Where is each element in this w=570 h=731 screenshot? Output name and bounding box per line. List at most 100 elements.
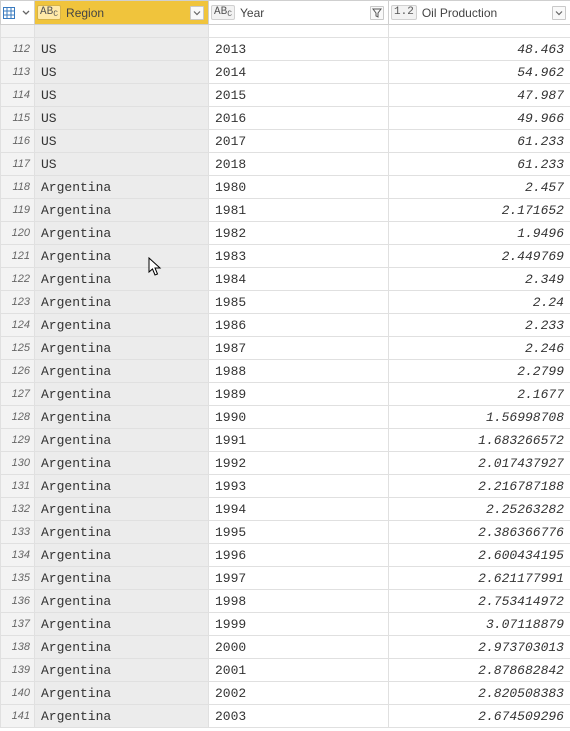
region-cell[interactable]: Argentina xyxy=(35,682,209,705)
year-cell[interactable]: 1992 xyxy=(209,452,389,475)
oil-cell[interactable]: 2.600434195 xyxy=(389,544,570,567)
oil-cell[interactable]: 2.171652 xyxy=(389,199,570,222)
year-cell[interactable]: 2017 xyxy=(209,130,389,153)
oil-cell[interactable]: 2.246 xyxy=(389,337,570,360)
table-row[interactable]: 138Argentina20002.973703013 xyxy=(1,636,570,659)
oil-cell[interactable]: 2.216787188 xyxy=(389,475,570,498)
region-cell[interactable]: Argentina xyxy=(35,406,209,429)
region-cell[interactable]: Argentina xyxy=(35,383,209,406)
table-row[interactable]: 137Argentina19993.07118879 xyxy=(1,613,570,636)
table-row[interactable]: 135Argentina19972.621177991 xyxy=(1,567,570,590)
year-cell[interactable]: 1991 xyxy=(209,429,389,452)
year-cell[interactable]: 1996 xyxy=(209,544,389,567)
region-cell[interactable]: Argentina xyxy=(35,314,209,337)
year-cell[interactable]: 1999 xyxy=(209,613,389,636)
table-row[interactable]: 133Argentina19952.386366776 xyxy=(1,521,570,544)
year-cell[interactable]: 2002 xyxy=(209,682,389,705)
region-cell[interactable]: Argentina xyxy=(35,544,209,567)
oil-cell[interactable]: 54.962 xyxy=(389,61,570,84)
region-cell[interactable]: Argentina xyxy=(35,360,209,383)
column-filter-button[interactable] xyxy=(370,6,384,20)
region-cell[interactable]: Argentina xyxy=(35,222,209,245)
table-row[interactable]: 117US201861.233 xyxy=(1,153,570,176)
oil-cell[interactable]: 2.25263282 xyxy=(389,498,570,521)
table-row[interactable]: 130Argentina19922.017437927 xyxy=(1,452,570,475)
oil-cell[interactable]: 2.753414972 xyxy=(389,590,570,613)
year-cell[interactable]: 1998 xyxy=(209,590,389,613)
oil-cell[interactable]: 2.233 xyxy=(389,314,570,337)
table-row[interactable]: 121Argentina19832.449769 xyxy=(1,245,570,268)
year-cell[interactable]: 2000 xyxy=(209,636,389,659)
year-cell[interactable]: 2001 xyxy=(209,659,389,682)
year-cell[interactable]: 1980 xyxy=(209,176,389,199)
oil-cell[interactable]: 2.674509296 xyxy=(389,705,570,728)
year-cell[interactable]: 1981 xyxy=(209,199,389,222)
oil-cell[interactable]: 49.966 xyxy=(389,107,570,130)
oil-cell[interactable]: 2.973703013 xyxy=(389,636,570,659)
table-row[interactable]: 113US201454.962 xyxy=(1,61,570,84)
table-row[interactable]: 119Argentina19812.171652 xyxy=(1,199,570,222)
region-cell[interactable]: Argentina xyxy=(35,452,209,475)
table-row[interactable]: 115US201649.966 xyxy=(1,107,570,130)
region-cell[interactable]: Argentina xyxy=(35,521,209,544)
table-row[interactable]: 128Argentina19901.56998708 xyxy=(1,406,570,429)
year-cell[interactable]: 2013 xyxy=(209,38,389,61)
oil-cell[interactable]: 48.463 xyxy=(389,38,570,61)
region-cell[interactable]: US xyxy=(35,61,209,84)
region-cell[interactable]: Argentina xyxy=(35,475,209,498)
year-cell[interactable]: 1986 xyxy=(209,314,389,337)
year-cell[interactable]: 1995 xyxy=(209,521,389,544)
column-header-oil[interactable]: 1.2 Oil Production xyxy=(389,1,570,25)
column-dropdown-button[interactable] xyxy=(190,6,204,20)
region-cell[interactable]: Argentina xyxy=(35,245,209,268)
year-cell[interactable]: 1982 xyxy=(209,222,389,245)
region-cell[interactable]: Argentina xyxy=(35,498,209,521)
year-cell[interactable]: 2015 xyxy=(209,84,389,107)
year-cell[interactable]: 1985 xyxy=(209,291,389,314)
year-cell[interactable]: 1997 xyxy=(209,567,389,590)
year-cell[interactable]: 1990 xyxy=(209,406,389,429)
oil-cell[interactable]: 1.683266572 xyxy=(389,429,570,452)
table-row[interactable]: 140Argentina20022.820508383 xyxy=(1,682,570,705)
rownum-header[interactable] xyxy=(1,1,35,25)
table-row[interactable]: 131Argentina19932.216787188 xyxy=(1,475,570,498)
oil-cell[interactable]: 2.1677 xyxy=(389,383,570,406)
region-cell[interactable]: Argentina xyxy=(35,291,209,314)
year-cell[interactable]: 1983 xyxy=(209,245,389,268)
oil-cell[interactable]: 2.457 xyxy=(389,176,570,199)
table-row[interactable]: 122Argentina19842.349 xyxy=(1,268,570,291)
region-cell[interactable]: Argentina xyxy=(35,705,209,728)
table-row[interactable]: 139Argentina20012.878682842 xyxy=(1,659,570,682)
oil-cell[interactable]: 47.987 xyxy=(389,84,570,107)
oil-cell[interactable]: 2.820508383 xyxy=(389,682,570,705)
oil-cell[interactable]: 1.56998708 xyxy=(389,406,570,429)
region-cell[interactable]: Argentina xyxy=(35,636,209,659)
oil-cell[interactable]: 2.017437927 xyxy=(389,452,570,475)
oil-cell[interactable]: 3.07118879 xyxy=(389,613,570,636)
table-row[interactable]: 126Argentina19882.2799 xyxy=(1,360,570,383)
table-row[interactable]: 118Argentina19802.457 xyxy=(1,176,570,199)
region-cell[interactable]: US xyxy=(35,107,209,130)
oil-cell[interactable]: 2.621177991 xyxy=(389,567,570,590)
table-row[interactable]: 120Argentina19821.9496 xyxy=(1,222,570,245)
table-row[interactable]: 112US201348.463 xyxy=(1,38,570,61)
region-cell[interactable]: Argentina xyxy=(35,590,209,613)
oil-cell[interactable]: 61.233 xyxy=(389,153,570,176)
region-cell[interactable]: Argentina xyxy=(35,613,209,636)
region-cell[interactable]: US xyxy=(35,38,209,61)
region-cell[interactable]: Argentina xyxy=(35,337,209,360)
region-cell[interactable]: Argentina xyxy=(35,199,209,222)
column-header-year[interactable]: ABC Year xyxy=(209,1,389,25)
table-row[interactable]: 127Argentina19892.1677 xyxy=(1,383,570,406)
table-row[interactable]: 125Argentina19872.246 xyxy=(1,337,570,360)
column-header-region[interactable]: ABC Region xyxy=(35,1,209,25)
table-row[interactable]: 123Argentina19852.24 xyxy=(1,291,570,314)
year-cell[interactable]: 1984 xyxy=(209,268,389,291)
oil-cell[interactable]: 2.449769 xyxy=(389,245,570,268)
table-row[interactable]: 136Argentina19982.753414972 xyxy=(1,590,570,613)
year-cell[interactable]: 2014 xyxy=(209,61,389,84)
year-cell[interactable]: 1994 xyxy=(209,498,389,521)
region-cell[interactable]: US xyxy=(35,153,209,176)
table-row[interactable]: 129Argentina19911.683266572 xyxy=(1,429,570,452)
region-cell[interactable]: Argentina xyxy=(35,176,209,199)
